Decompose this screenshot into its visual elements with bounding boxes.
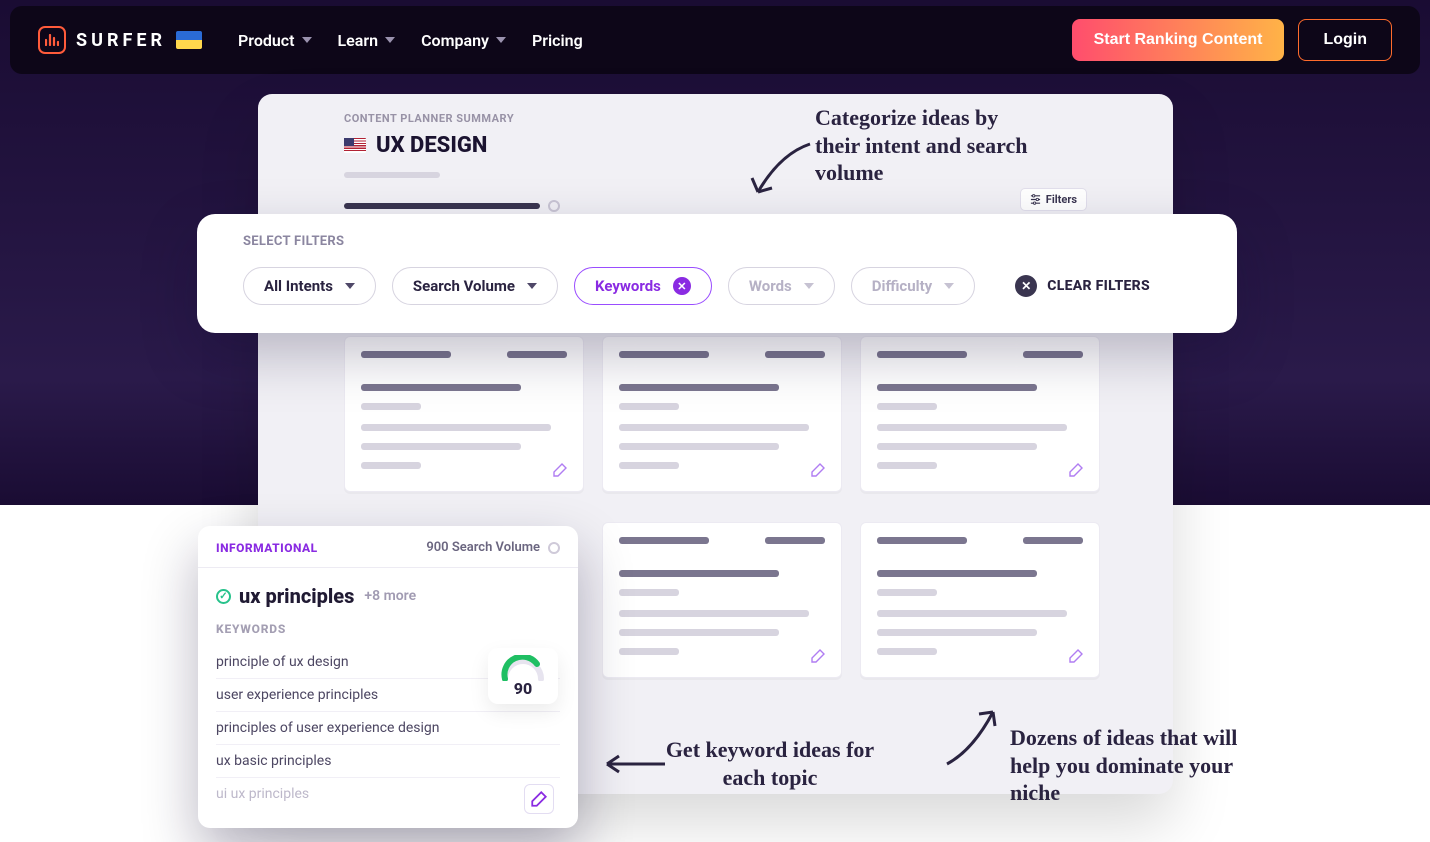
idea-card[interactable] <box>860 336 1100 492</box>
nav-item-pricing[interactable]: Pricing <box>532 31 583 50</box>
progress-bar <box>344 203 540 209</box>
chip-all-intents[interactable]: All Intents <box>243 267 376 305</box>
topic-title: ux principles <box>239 584 354 608</box>
sliders-icon <box>1030 194 1041 205</box>
topic-more: +8 more <box>364 588 416 604</box>
edit-icon[interactable] <box>549 459 571 481</box>
search-volume-label: 900 Search Volume <box>426 540 540 555</box>
chevron-down-icon <box>302 37 312 43</box>
keywords-label: KEYWORDS <box>216 622 560 636</box>
chip-keywords[interactable]: Keywords ✕ <box>574 267 712 305</box>
chevron-down-icon <box>496 37 506 43</box>
idea-card[interactable] <box>602 336 842 492</box>
nav-item-learn[interactable]: Learn <box>338 31 396 50</box>
ideas-grid <box>344 336 1100 492</box>
filter-label: SELECT FILTERS <box>243 234 1191 249</box>
content-score: 90 <box>488 648 558 704</box>
skeleton-bar <box>344 172 440 178</box>
navbar: SURFER Product Learn Company Pricing Sta… <box>10 6 1420 74</box>
topic-detail-card: INFORMATIONAL 900 Search Volume ✓ ux pri… <box>198 526 578 828</box>
idea-card[interactable] <box>344 336 584 492</box>
chip-words[interactable]: Words <box>728 267 835 305</box>
idea-card[interactable] <box>602 522 842 678</box>
filter-strip: SELECT FILTERS All Intents Search Volume… <box>197 214 1237 333</box>
info-icon <box>548 200 560 212</box>
login-button[interactable]: Login <box>1298 19 1392 61</box>
chip-difficulty[interactable]: Difficulty <box>851 267 975 305</box>
annotation-intent: Categorize ideas by their intent and sea… <box>815 104 1045 187</box>
nav-item-product[interactable]: Product <box>238 31 312 50</box>
score-value: 90 <box>514 679 532 698</box>
filters-button[interactable]: Filters <box>1020 188 1087 211</box>
chevron-down-icon <box>804 283 814 289</box>
chevron-down-icon <box>527 283 537 289</box>
edit-icon[interactable] <box>1065 645 1087 667</box>
remove-icon[interactable]: ✕ <box>673 277 691 295</box>
nav-menu: Product Learn Company Pricing <box>238 31 583 50</box>
clear-filters-button[interactable]: ✕ CLEAR FILTERS <box>1015 275 1150 297</box>
gauge-icon <box>499 655 547 681</box>
edit-icon[interactable] <box>1065 459 1087 481</box>
panel-title: UX DESIGN <box>376 133 487 158</box>
nav-left: SURFER Product Learn Company Pricing <box>38 26 583 54</box>
close-icon: ✕ <box>1015 275 1037 297</box>
chip-search-volume[interactable]: Search Volume <box>392 267 558 305</box>
arrow-icon <box>595 746 669 786</box>
us-flag-icon <box>344 138 366 153</box>
chevron-down-icon <box>944 283 954 289</box>
panel-subtitle: CONTENT PLANNER SUMMARY <box>344 112 1173 125</box>
nav-item-company[interactable]: Company <box>421 31 506 50</box>
keyword-item[interactable]: ux basic principles <box>216 745 560 778</box>
keyword-item[interactable]: ui ux principles <box>216 778 560 810</box>
keyword-item[interactable]: principles of user experience design <box>216 712 560 745</box>
ukraine-flag-icon <box>176 31 202 49</box>
chevron-down-icon <box>385 37 395 43</box>
idea-card[interactable] <box>860 522 1100 678</box>
nav-right: Start Ranking Content Login <box>1072 19 1392 61</box>
cta-button[interactable]: Start Ranking Content <box>1072 19 1285 61</box>
edit-icon[interactable] <box>807 459 829 481</box>
annotation-ideas: Dozens of ideas that will help you domin… <box>1010 724 1240 807</box>
edit-icon[interactable] <box>807 645 829 667</box>
arrow-icon <box>935 694 1015 774</box>
chevron-down-icon <box>345 283 355 289</box>
annotation-keywords: Get keyword ideas for each topic <box>665 736 875 791</box>
brand-logo[interactable]: SURFER <box>38 26 202 54</box>
edit-button[interactable] <box>524 784 554 814</box>
brand-text: SURFER <box>76 30 166 51</box>
check-icon: ✓ <box>216 589 231 604</box>
info-icon <box>548 542 560 554</box>
arrow-icon <box>740 134 820 214</box>
surfer-icon <box>38 26 66 54</box>
intent-tag: INFORMATIONAL <box>216 541 318 555</box>
